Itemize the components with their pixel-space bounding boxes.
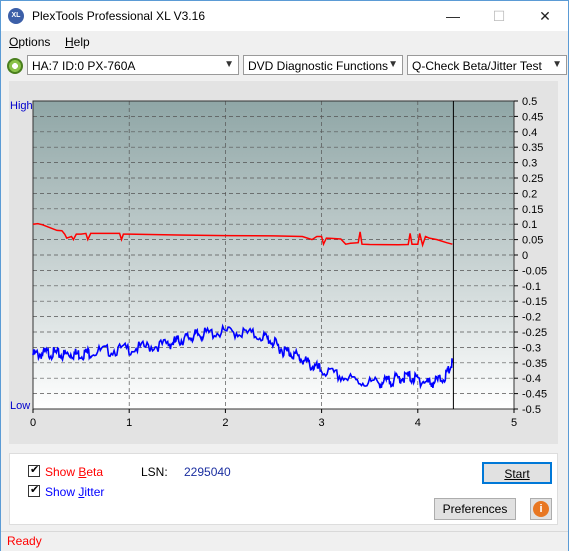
y-tick-label: 0.3 xyxy=(522,158,537,170)
test-select[interactable]: Q-Check Beta/Jitter Test ▼ xyxy=(407,55,567,75)
maximize-button[interactable]: ☐ xyxy=(476,1,522,31)
info-icon: i xyxy=(533,501,549,517)
show-beta-checkbox[interactable]: ✔ xyxy=(28,464,40,477)
start-button[interactable]: Start xyxy=(482,462,552,484)
y-tick-label: 0.5 xyxy=(522,96,537,108)
y-tick-label: 0.4 xyxy=(522,127,537,139)
y-axis-high-label: High xyxy=(10,100,33,112)
toolbar: HA:7 ID:0 PX-760A ▼ DVD Diagnostic Funct… xyxy=(1,53,568,79)
lsn-value: 2295040 xyxy=(184,465,231,479)
minimize-button[interactable]: — xyxy=(430,1,476,31)
y-tick-label: 0.45 xyxy=(522,111,543,123)
drive-select[interactable]: HA:7 ID:0 PX-760A ▼ xyxy=(27,55,239,75)
status-text: Ready xyxy=(7,534,42,548)
y-tick-label: -0.5 xyxy=(522,404,541,416)
chevron-down-icon: ▼ xyxy=(224,59,234,70)
window-title: PlexTools Professional XL V3.16 xyxy=(32,9,205,23)
controls-panel: ✔ Show Beta ✔ Show Jitter LSN: 2295040 S… xyxy=(9,453,558,525)
function-select[interactable]: DVD Diagnostic Functions ▼ xyxy=(243,55,403,75)
y-tick-label: -0.15 xyxy=(522,296,547,308)
app-window: XL PlexTools Professional XL V3.16 — ☐ ✕… xyxy=(0,0,569,551)
y-tick-label: 0.35 xyxy=(522,142,543,154)
info-button[interactable]: i xyxy=(530,498,552,520)
chart-panel: High Low 0.5 0.45 0.4 0.35 0.3 0.25 0.2 0.15 0.1 0.… xyxy=(9,81,558,444)
title-bar: XL PlexTools Professional XL V3.16 — ☐ ✕ xyxy=(1,1,568,31)
x-tick-label: 5 xyxy=(511,417,517,429)
show-beta-label[interactable]: Show Beta xyxy=(45,465,103,479)
menu-bar: Options Help xyxy=(1,32,568,52)
menu-options[interactable]: Options xyxy=(9,35,50,49)
y-tick-label: 0.15 xyxy=(522,204,543,216)
disc-drive-icon xyxy=(7,58,23,74)
y-tick-label: 0.2 xyxy=(522,188,537,200)
x-tick-label: 3 xyxy=(319,417,325,429)
y-tick-label: -0.4 xyxy=(522,373,541,385)
y-tick-label: -0.25 xyxy=(522,327,547,339)
status-bar: Ready xyxy=(1,531,568,551)
show-jitter-label[interactable]: Show Jitter xyxy=(45,485,104,499)
y-axis-low-label: Low xyxy=(10,400,30,412)
y-tick-label: 0.1 xyxy=(522,219,537,231)
y-tick-label: -0.1 xyxy=(522,281,541,293)
y-tick-label: -0.05 xyxy=(522,265,547,277)
checkmark-icon: ✔ xyxy=(30,464,40,476)
y-tick-label: 0.25 xyxy=(522,173,543,185)
function-select-value: DVD Diagnostic Functions xyxy=(248,59,389,73)
preferences-button[interactable]: Preferences xyxy=(434,498,516,520)
show-jitter-checkbox[interactable]: ✔ xyxy=(28,484,40,497)
y-tick-label: -0.2 xyxy=(522,312,541,324)
y-tick-label: -0.45 xyxy=(522,389,547,401)
x-tick-label: 4 xyxy=(415,417,421,429)
chevron-down-icon: ▼ xyxy=(388,59,398,70)
x-tick-label: 0 xyxy=(30,417,36,429)
y-tick-label: 0.05 xyxy=(522,235,543,247)
checkmark-icon: ✔ xyxy=(30,484,40,496)
close-button[interactable]: ✕ xyxy=(522,1,568,31)
beta-jitter-chart: High Low 0.5 0.45 0.4 0.35 0.3 0.25 0.2 0.15 0.1 0.… xyxy=(10,96,547,429)
lsn-label: LSN: xyxy=(141,465,168,479)
y-tick-label: -0.3 xyxy=(522,342,541,354)
x-tick-label: 2 xyxy=(222,417,228,429)
y-tick-label: 0 xyxy=(522,250,528,262)
chevron-down-icon: ▼ xyxy=(552,59,562,70)
x-tick-label: 1 xyxy=(126,417,132,429)
drive-select-value: HA:7 ID:0 PX-760A xyxy=(32,59,136,73)
app-logo-icon: XL xyxy=(8,8,24,24)
y-tick-label: -0.35 xyxy=(522,358,547,370)
test-select-value: Q-Check Beta/Jitter Test xyxy=(412,59,542,73)
menu-help[interactable]: Help xyxy=(65,35,90,49)
